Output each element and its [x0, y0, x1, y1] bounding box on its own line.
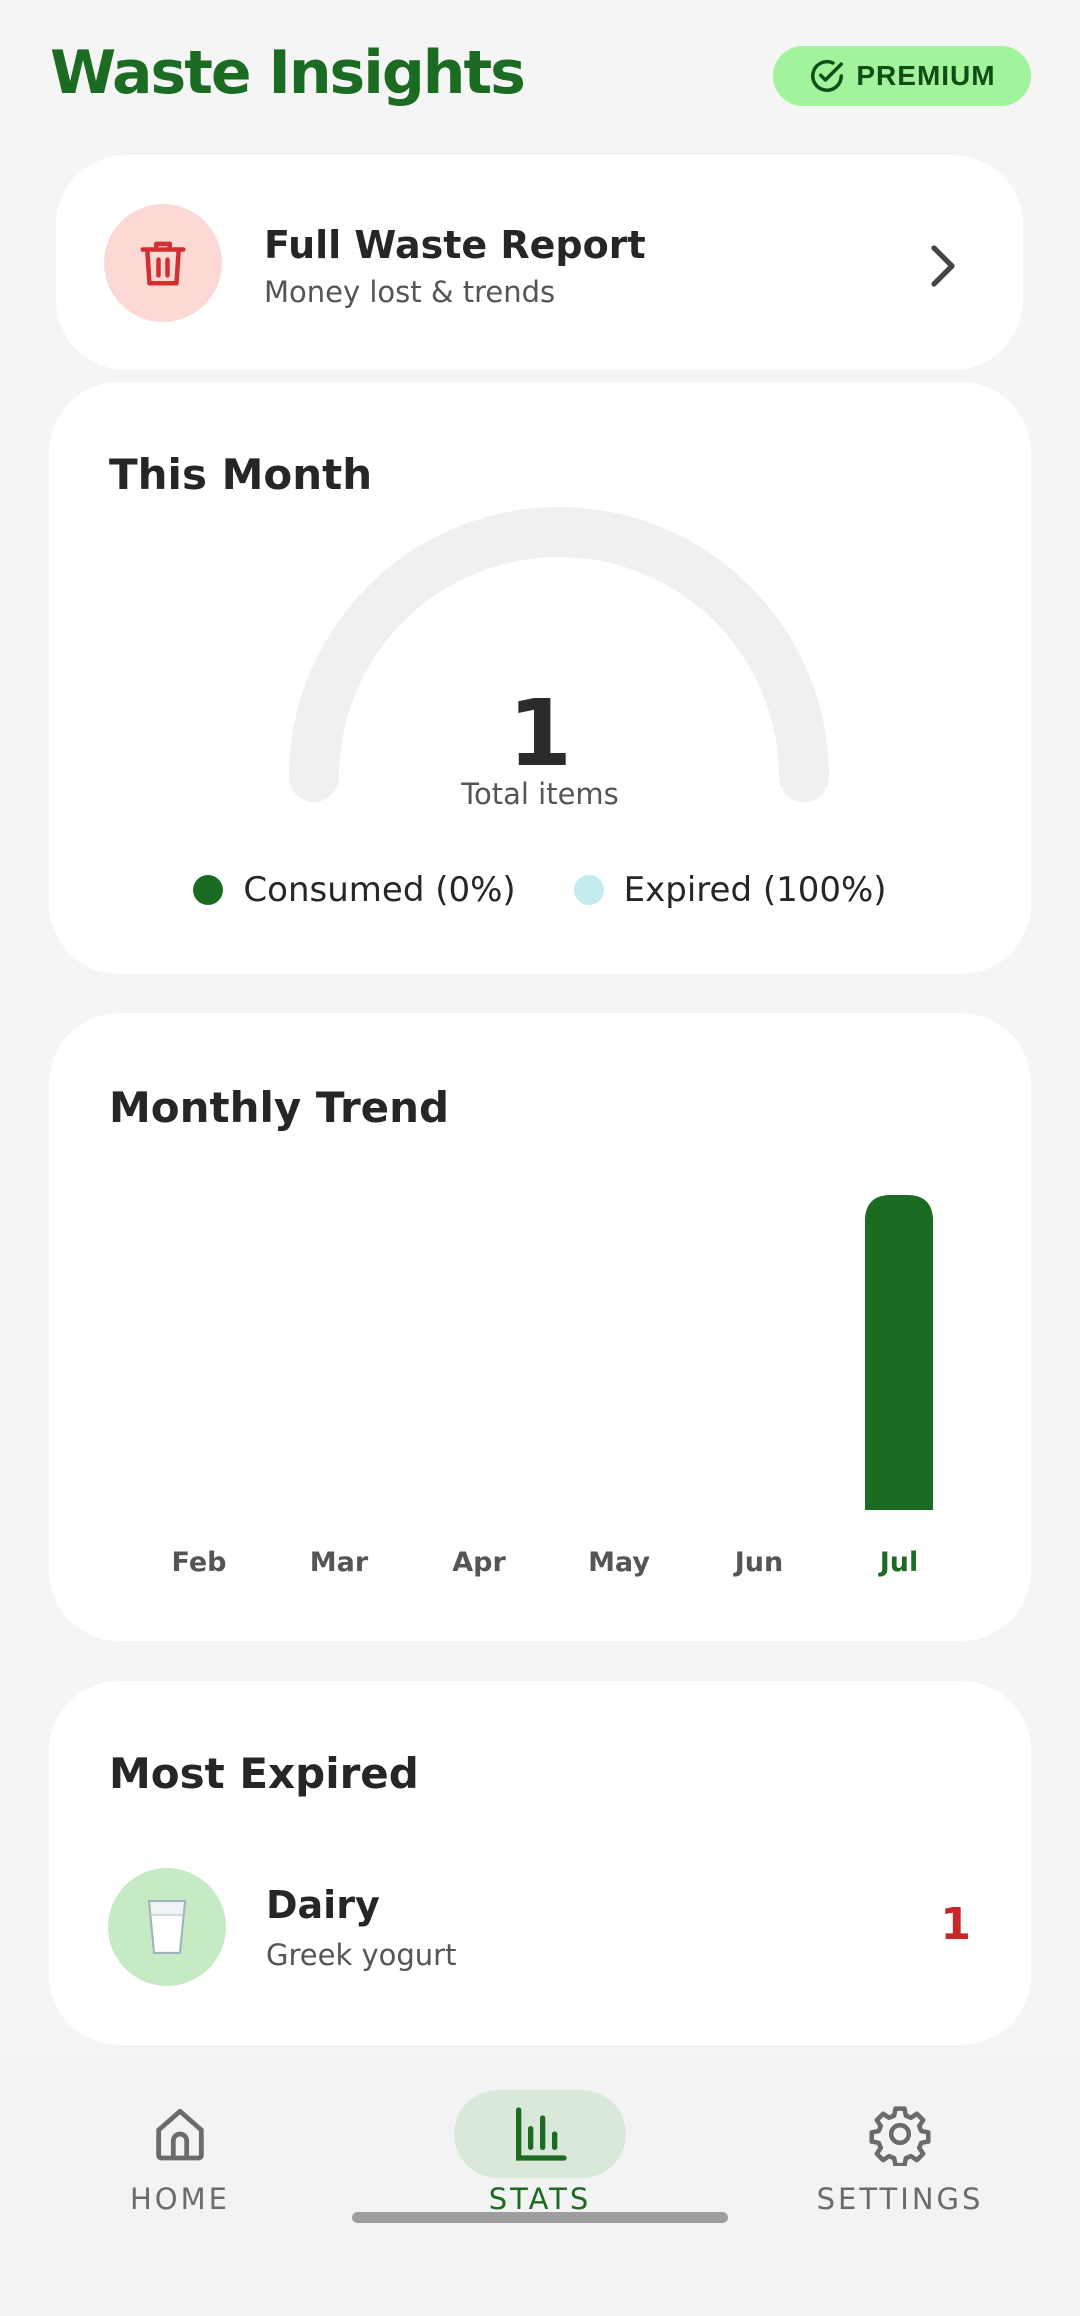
report-title: Full Waste Report	[264, 223, 646, 267]
milk-glass-icon	[147, 1900, 187, 1954]
bar-jul	[865, 1195, 933, 1510]
x-tick-label-mar: Mar	[310, 1547, 369, 1578]
category-name: Dairy	[266, 1883, 380, 1927]
this-month-heading: This Month	[109, 450, 373, 499]
total-items-label: Total items	[461, 777, 619, 811]
legend-consumed-label: Consumed (0%)	[243, 870, 516, 910]
nav-home-label: HOME	[130, 2182, 230, 2216]
nav-stats[interactable]: STATS	[390, 2090, 690, 2230]
x-tick-label-jun: Jun	[733, 1547, 784, 1578]
nav-settings[interactable]: SETTINGS	[750, 2090, 1050, 2230]
gauge-legend: Consumed (0%) Expired (100%)	[49, 870, 1031, 910]
premium-badge[interactable]: PREMIUM	[773, 46, 1031, 106]
home-icon	[156, 2108, 204, 2161]
report-icon-container	[104, 204, 222, 322]
nav-home[interactable]: HOME	[30, 2090, 330, 2230]
check-circle-icon	[811, 59, 844, 92]
nav-home-pill	[94, 2090, 266, 2178]
category-count: 1	[940, 1899, 971, 1950]
gear-icon	[869, 2106, 931, 2166]
category-item: Greek yogurt	[266, 1938, 457, 1972]
full-waste-report-card[interactable]: Full Waste Report Money lost & trends	[56, 155, 1023, 370]
monthly-trend-card: Monthly Trend Feb Mar Apr May Jun Jul	[49, 1013, 1031, 1641]
this-month-card: This Month 1 Total items Consumed (0%) E…	[49, 382, 1031, 974]
legend-expired-label: Expired (100%)	[623, 870, 887, 910]
x-tick-label-feb: Feb	[172, 1547, 227, 1578]
nav-settings-pill	[814, 2090, 986, 2178]
bar-chart-icon	[516, 2107, 567, 2161]
legend-consumed: Consumed (0%)	[193, 870, 516, 910]
trash-icon	[140, 241, 186, 286]
nav-settings-label: SETTINGS	[816, 2182, 984, 2216]
x-tick-label-may: May	[588, 1547, 650, 1578]
bottom-navigation: HOME STATS SETTINGS	[0, 2058, 1080, 2316]
most-expired-heading: Most Expired	[109, 1749, 419, 1798]
total-items-value: 1	[507, 680, 572, 787]
x-tick-label-jul: Jul	[878, 1547, 919, 1578]
most-expired-card: Most Expired Dairy Greek yogurt 1	[49, 1681, 1031, 2045]
legend-expired-dot	[573, 875, 604, 905]
monthly-trend-chart: Feb Mar Apr May Jun Jul	[172, 1195, 933, 1578]
nav-stats-label: STATS	[488, 2182, 592, 2216]
legend-consumed-dot	[193, 875, 224, 905]
home-indicator	[352, 2212, 728, 2223]
chevron-right-icon	[931, 245, 955, 287]
premium-badge-label: PREMIUM	[856, 60, 996, 91]
category-icon-container	[108, 1868, 226, 1986]
nav-stats-pill	[454, 2090, 626, 2178]
x-tick-label-apr: Apr	[452, 1547, 506, 1578]
page-title: Waste Insights	[50, 38, 526, 108]
report-subtitle: Money lost & trends	[264, 275, 556, 309]
legend-expired: Expired (100%)	[573, 870, 887, 910]
